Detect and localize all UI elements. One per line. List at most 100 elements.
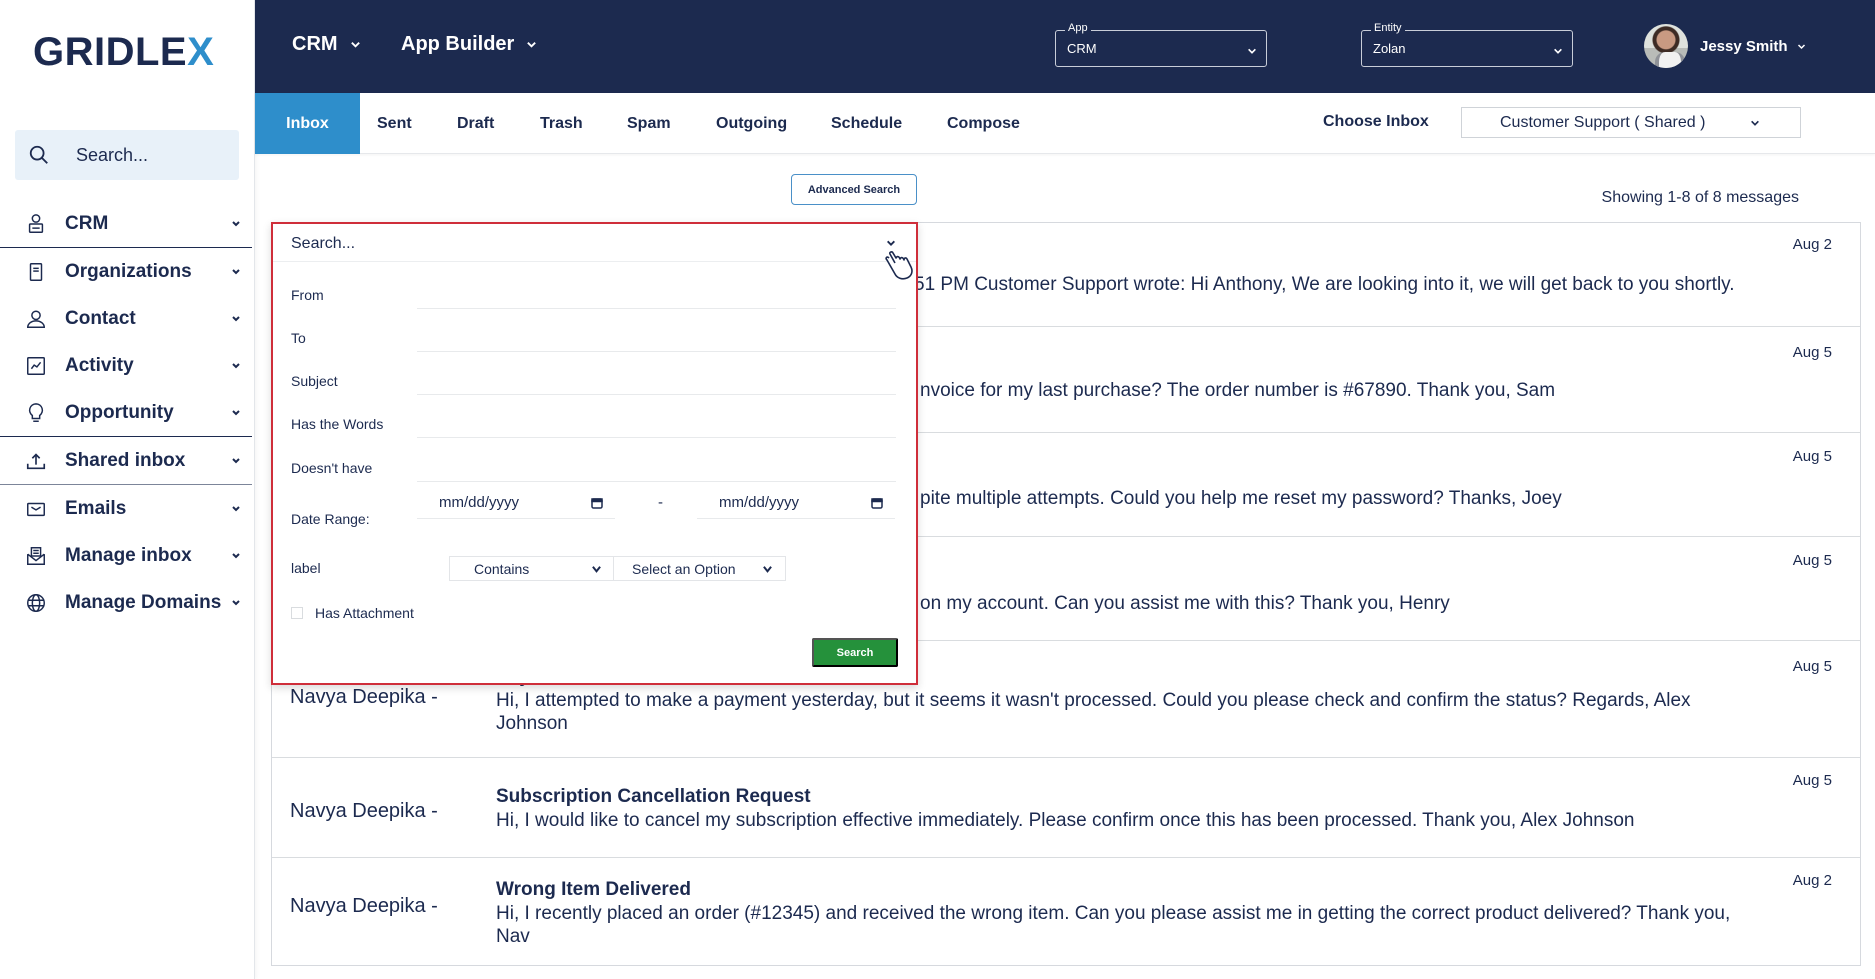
sidebar-item-manage-inbox[interactable]: Manage inbox — [0, 532, 252, 579]
choose-inbox-select[interactable]: Customer Support ( Shared ) — [1461, 107, 1801, 138]
to-input[interactable] — [417, 322, 896, 352]
message-sender: Navya Deepika - — [290, 686, 438, 708]
showing-count: Showing 1-8 of 8 messages — [1601, 189, 1799, 206]
app-select[interactable]: App CRM — [1055, 22, 1267, 67]
to-row: To — [291, 322, 896, 352]
tab-outgoing[interactable]: Outgoing — [716, 93, 787, 154]
label-operator-value: Contains — [474, 560, 530, 577]
chevron-down-icon — [527, 42, 537, 48]
sidebar-item-shared-inbox[interactable]: Shared inbox — [0, 437, 252, 484]
crm-menu-label: CRM — [292, 33, 338, 55]
sidebar-item-activity[interactable]: Activity — [0, 342, 252, 389]
tab-compose[interactable]: Compose — [947, 93, 1020, 154]
advanced-search-panel: Search... From To Subject Has the Words … — [271, 222, 918, 685]
mail-open-icon — [25, 545, 47, 567]
envelope-icon — [25, 498, 47, 520]
tab-draft[interactable]: Draft — [457, 93, 494, 154]
message-sender: Navya Deepika - — [290, 800, 438, 822]
label-value-select[interactable]: Select an Option — [613, 556, 786, 581]
sidebar-item-manage-domains[interactable]: Manage Domains — [0, 579, 252, 626]
tab-inbox[interactable]: Inbox — [255, 93, 360, 154]
user-icon — [25, 308, 47, 330]
sidebar-item-crm[interactable]: CRM — [0, 200, 252, 247]
has-attachment-label: Has Attachment — [315, 605, 414, 621]
chevron-down-icon[interactable] — [886, 238, 896, 248]
entity-select-value: Zolan — [1373, 41, 1406, 56]
chevron-down-icon — [232, 268, 240, 274]
sidebar-item-label: Emails — [65, 497, 127, 519]
from-input[interactable] — [417, 279, 896, 309]
calendar-icon[interactable] — [871, 497, 883, 509]
sidebar-item-label: Opportunity — [65, 401, 174, 423]
label-field-label: label — [291, 560, 321, 576]
date-from-input[interactable]: mm/dd/yyyy — [417, 489, 615, 519]
chevron-down-icon — [232, 409, 240, 415]
entity-select-legend: Entity — [1371, 22, 1405, 34]
message-preview: pite multiple attempts. Could you help m… — [920, 488, 1562, 509]
sidebar-item-label: Contact — [65, 307, 136, 329]
sidebar-nav: CRM Organizations Contact Activity Oppor… — [0, 200, 252, 626]
message-date: Aug 5 — [1792, 344, 1832, 361]
sidebar-item-label: Organizations — [65, 260, 192, 282]
from-label: From — [291, 287, 324, 303]
date-from-placeholder: mm/dd/yyyy — [439, 494, 520, 511]
subject-label: Subject — [291, 373, 338, 389]
subject-input[interactable] — [417, 365, 896, 395]
chevron-down-icon — [1797, 43, 1805, 49]
sidebar-item-contact[interactable]: Contact — [0, 295, 252, 342]
sidebar-search-input[interactable]: Search... — [15, 130, 239, 180]
advanced-search-query-input[interactable]: Search... — [273, 224, 916, 262]
sidebar-item-organizations[interactable]: Organizations — [0, 248, 252, 295]
message-preview: nvoice for my last purchase? The order n… — [920, 380, 1556, 401]
doesnt-have-label: Doesn't have — [291, 460, 373, 476]
label-operator-select[interactable]: Contains — [449, 556, 615, 581]
sidebar-item-label: Manage inbox — [65, 544, 192, 566]
user-name: Jessy Smith — [1700, 37, 1788, 55]
tab-sent[interactable]: Sent — [377, 93, 412, 154]
gridlex-logo[interactable]: GRIDLE X — [33, 30, 214, 75]
subject-row: Subject — [291, 365, 896, 395]
chevron-down-icon — [1248, 48, 1256, 54]
message-preview: 51 PM Customer Support wrote: Hi Anthony… — [914, 274, 1735, 295]
date-to-input[interactable]: mm/dd/yyyy — [697, 489, 895, 519]
lightbulb-icon — [25, 402, 47, 424]
user-menu[interactable]: Jessy Smith — [1644, 24, 1806, 68]
message-preview: on my account. Can you assist me with th… — [920, 593, 1450, 614]
avatar — [1644, 24, 1688, 68]
crm-menu[interactable]: CRM — [292, 33, 361, 56]
chevron-down-icon — [232, 315, 240, 321]
entity-select[interactable]: Entity Zolan — [1361, 22, 1573, 67]
sidebar-item-label: CRM — [65, 212, 109, 234]
app-builder-menu[interactable]: App Builder — [401, 33, 537, 56]
sidebar: GRIDLE X Search... CRM Organizations Cont… — [0, 0, 255, 979]
message-row[interactable]: Navya Deepika - Subscription Cancellatio… — [272, 758, 1860, 858]
message-preview: Hi, I attempted to make a payment yester… — [496, 690, 1691, 734]
has-words-input[interactable] — [417, 408, 896, 438]
label-value-placeholder: Select an Option — [632, 560, 736, 577]
message-subject: Subscription Cancellation Request — [496, 786, 811, 807]
has-words-label: Has the Words — [291, 416, 384, 432]
crm-badge-icon — [25, 213, 47, 235]
date-range-label: Date Range: — [291, 511, 370, 527]
message-date: Aug 5 — [1792, 772, 1832, 789]
message-row[interactable]: Navya Deepika - Wrong Item Delivered Hi,… — [272, 858, 1860, 965]
chevron-down-icon — [1751, 120, 1759, 126]
tab-trash[interactable]: Trash — [540, 93, 583, 154]
sidebar-item-opportunity[interactable]: Opportunity — [0, 389, 252, 436]
chevron-down-icon — [763, 566, 772, 573]
advanced-search-button[interactable]: Advanced Search — [791, 174, 917, 205]
doesnt-have-row: Doesn't have — [291, 452, 896, 482]
chevron-down-icon — [232, 552, 240, 558]
search-button[interactable]: Search — [812, 638, 898, 667]
message-preview: Hi, I recently placed an order (#12345) … — [496, 903, 1731, 947]
app-builder-menu-label: App Builder — [401, 33, 515, 55]
to-label: To — [291, 330, 306, 346]
sidebar-item-emails[interactable]: Emails — [0, 485, 252, 532]
doesnt-have-input[interactable] — [417, 452, 896, 482]
has-attachment-checkbox[interactable] — [291, 607, 303, 619]
calendar-icon[interactable] — [591, 497, 603, 509]
app-select-legend: App — [1065, 22, 1091, 34]
tab-schedule[interactable]: Schedule — [831, 93, 902, 154]
date-range-separator: - — [658, 494, 663, 511]
tab-spam[interactable]: Spam — [627, 93, 671, 154]
